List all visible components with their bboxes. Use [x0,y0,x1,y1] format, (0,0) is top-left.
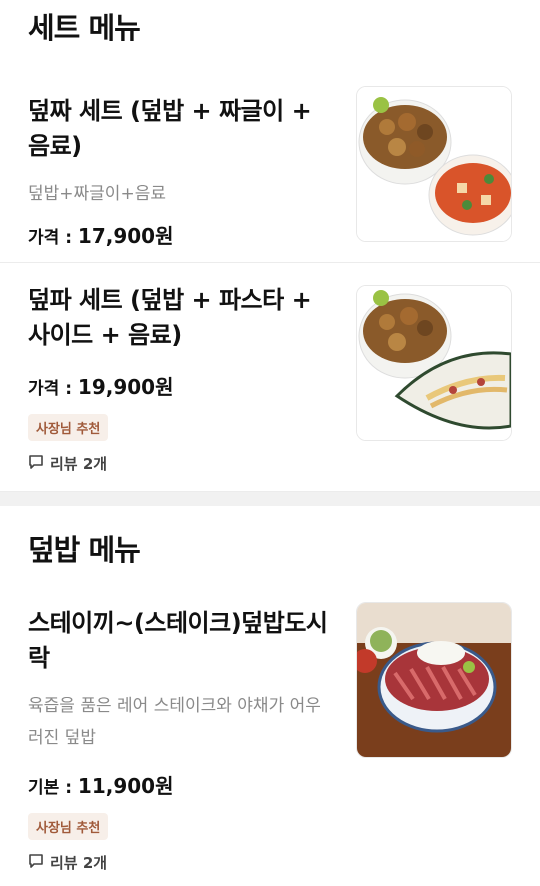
menu-item-image[interactable] [356,602,512,758]
recommend-badge: 사장님 추천 [28,813,109,840]
menu-item-name: 스테이끼~(스테이크)덮밥도시락 [28,609,328,672]
speech-bubble-icon [28,853,44,873]
menu-item-description: 육즙을 품은 레어 스테이크와 야채가 어우러진 덮밥 [28,696,321,748]
reviews-link[interactable]: 리뷰 2개 [28,453,540,474]
section-divider [0,492,540,506]
menu-item-name: 덮파 세트 (덮밥 + 파스타 + 사이드 + 음료) [28,286,312,349]
price-label: 가격 : [28,228,72,248]
price-value: 17,900원 [77,224,174,248]
menu-item-name: 덮짜 세트 (덮밥 + 짜글이 + 음료) [28,97,312,160]
price-value: 19,900원 [77,375,174,399]
speech-bubble-icon [28,454,44,474]
reviews-link[interactable]: 리뷰 2개 [28,852,540,873]
menu-item-image[interactable] [356,86,512,242]
recommend-badge: 사장님 추천 [28,414,109,441]
price-value: 11,900원 [77,774,174,798]
section-title: 덮밥 메뉴 [28,533,141,567]
price-label: 기본 : [28,778,72,798]
menu-item-price: 기본 : 11,900원 [28,770,540,799]
section-title: 세트 메뉴 [28,11,141,45]
menu-item-steak-bowl[interactable]: 스테이끼~(스테이크)덮밥도시락 육즙을 품은 레어 스테이크와 야채가 어우러… [0,570,540,873]
menu-item-description: 덮밥+짜글이+음료 [28,184,166,204]
reviews-count: 리뷰 2개 [50,854,108,872]
reviews-count: 리뷰 2개 [50,455,108,473]
section-rice-bowl-menu: 덮밥 메뉴 스테이끼~(스테이크)덮밥도시락 육즙을 품은 레어 스테이크와 야… [0,506,540,873]
section-set-menu: 세트 메뉴 덮짜 세트 (덮밥 + 짜글이 + 음료) 덮밥+짜글이+음료 가격… [0,0,540,492]
price-label: 가격 : [28,379,72,399]
menu-item-dupjja-set[interactable]: 덮짜 세트 (덮밥 + 짜글이 + 음료) 덮밥+짜글이+음료 가격 : 17,… [0,48,540,262]
menu-item-image[interactable] [356,285,512,441]
menu-item-duppa-set[interactable]: 덮파 세트 (덮밥 + 파스타 + 사이드 + 음료) 가격 : 19,900원… [0,263,540,491]
divider [0,491,540,492]
